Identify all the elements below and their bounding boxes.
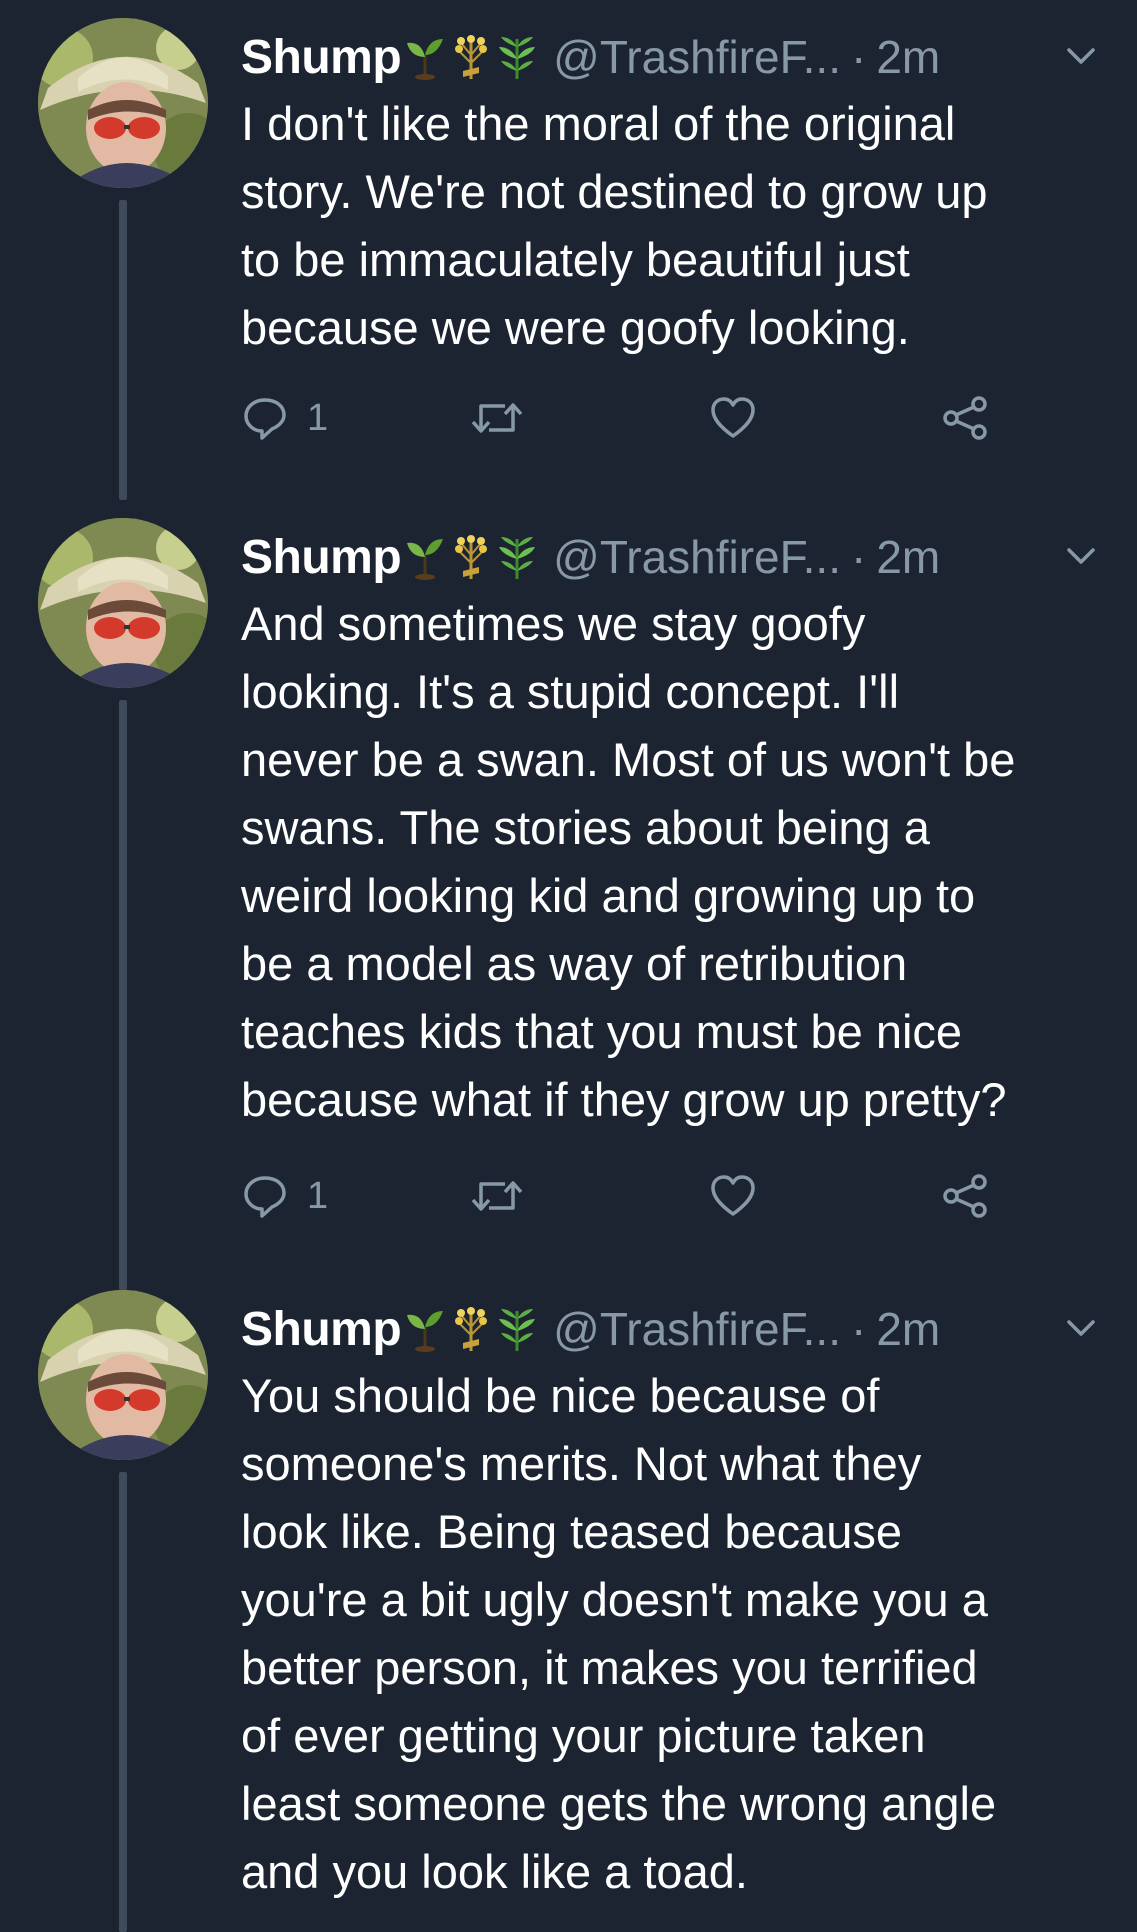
retweet-icon [469,1172,525,1220]
tweet-text-line: least someone gets the wrong angle [241,1777,997,1830]
seedling-icon [403,33,447,81]
retweet-icon [469,394,525,442]
display-name[interactable]: Shump [241,30,402,85]
tweet-text-line: to be immaculately beautiful just [241,233,910,286]
separator-dot: · [850,531,867,583]
tweet-text-line: never be a swan. Most of us won't be [241,733,1016,786]
sheaf-of-rice-icon [449,1305,493,1353]
heart-icon [709,394,757,442]
timestamp[interactable]: 2m [876,530,940,584]
display-name[interactable]: Shump [241,530,402,585]
chevron-down-icon[interactable] [1061,1308,1101,1348]
reply-button[interactable]: 1 [241,388,328,448]
share-icon [941,394,989,442]
tweet-actions: 1 [241,388,1001,448]
herb-icon [495,533,539,581]
share-button[interactable] [941,388,989,448]
seedling-icon [403,1305,447,1353]
retweet-button[interactable] [469,388,525,448]
sheaf-of-rice-icon [449,533,493,581]
avatar-image [38,1290,208,1460]
tweet-text-line: weird looking kid and growing up to [241,869,976,922]
heart-icon [709,1172,757,1220]
tweet-text-line: teaches kids that you must be nice [241,1005,963,1058]
chevron-down-icon[interactable] [1061,36,1101,76]
seedling-icon [403,533,447,581]
like-button[interactable] [709,1166,757,1226]
reply-icon [241,394,289,442]
share-button[interactable] [941,1166,989,1226]
tweet-text-line: You should be nice because of [241,1369,880,1422]
tweet-text-line: looking. It's a stupid concept. I'll [241,665,900,718]
separator-dot: · [850,31,867,83]
reply-count: 1 [307,396,329,439]
tweet-text-line: be a model as way of retribution [241,937,908,990]
reply-button[interactable]: 1 [241,1166,328,1226]
display-name[interactable]: Shump [241,1302,402,1357]
tweet-header: Shump @TrashfireF... · 2m [241,1294,1101,1364]
tweet-text-line: And sometimes we stay goofy [241,597,866,650]
tweet-text-line: because we were goofy looking. [241,301,910,354]
tweet-header: Shump @TrashfireF... · 2m [241,22,1101,92]
tweet-text-line: someone's merits. Not what they [241,1437,922,1490]
tweet-text-line: better person, it makes you terrified [241,1641,978,1694]
thread-connector [119,1472,127,1932]
timestamp[interactable]: 2m [876,30,940,84]
chevron-down-icon[interactable] [1061,536,1101,576]
sheaf-of-rice-icon [449,33,493,81]
separator-dot: · [850,1303,867,1355]
tweet-text: You should be nice because of someone's … [241,1362,1121,1906]
thread-connector [119,700,127,1290]
tweet-header: Shump @TrashfireF... · 2m [241,522,1101,592]
tweet-text-line: look like. Being teased because [241,1505,903,1558]
avatar[interactable] [38,1290,208,1460]
user-handle[interactable]: @TrashfireF... [553,1302,841,1356]
user-handle[interactable]: @TrashfireF... [553,530,841,584]
tweet-text-line: because what if they grow up pretty? [241,1073,1007,1126]
avatar[interactable] [38,518,208,688]
tweet-text-line: swans. The stories about being a [241,801,930,854]
herb-icon [495,33,539,81]
share-icon [941,1172,989,1220]
timestamp[interactable]: 2m [876,1302,940,1356]
tweet-text-line: of ever getting your picture taken [241,1709,926,1762]
tweet-text-line: story. We're not destined to grow up [241,165,988,218]
tweet-text-line: you're a bit ugly doesn't make you a [241,1573,988,1626]
reply-icon [241,1172,289,1220]
reply-count: 1 [307,1174,329,1217]
tweet-text-line: and you look like a toad. [241,1845,748,1898]
herb-icon [495,1305,539,1353]
tweet-text: And sometimes we stay goofy looking. It'… [241,590,1121,1134]
avatar-image [38,518,208,688]
retweet-button[interactable] [469,1166,525,1226]
user-handle[interactable]: @TrashfireF... [553,30,841,84]
tweet-actions: 1 [241,1166,1001,1226]
avatar[interactable] [38,18,208,188]
thread-connector [119,200,127,500]
tweet-text-line: I don't like the moral of the original [241,97,956,150]
avatar-image [38,18,208,188]
like-button[interactable] [709,388,757,448]
tweet-text: I don't like the moral of the original s… [241,90,1121,362]
